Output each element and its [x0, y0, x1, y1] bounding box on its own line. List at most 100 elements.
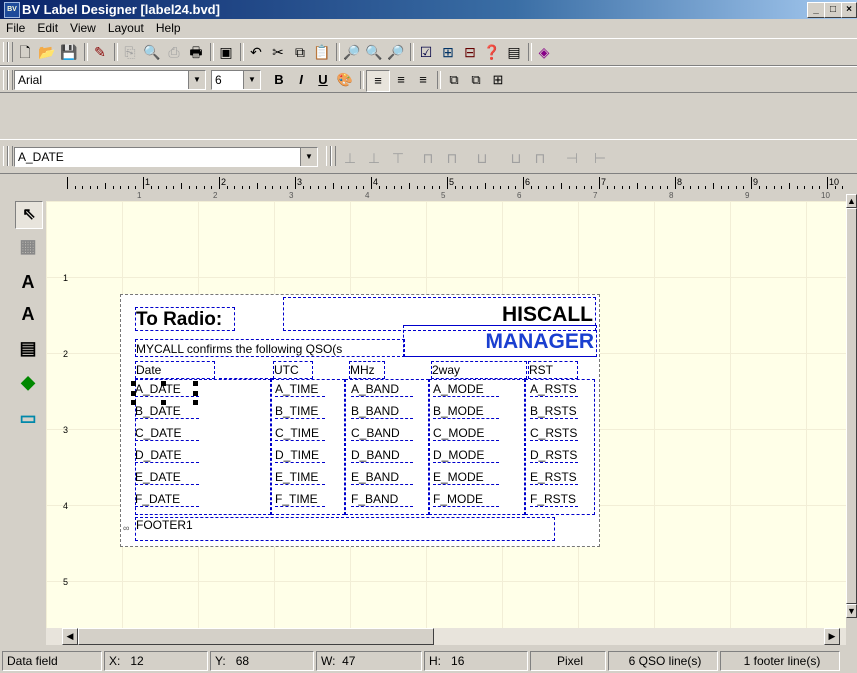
qso-cell[interactable]: D_DATE — [135, 448, 199, 463]
italic-button[interactable]: I — [290, 70, 312, 90]
selection-handle[interactable] — [131, 400, 136, 405]
qso-cell[interactable]: A_BAND — [351, 382, 413, 397]
wizard-icon[interactable]: ✎ — [90, 42, 110, 62]
qso-cell[interactable]: D_RSTS — [530, 448, 578, 463]
window-icon[interactable]: ▣ — [216, 42, 236, 62]
horizontal-scrollbar[interactable]: ◀ ▶ — [46, 628, 846, 645]
image-icon[interactable]: ▭ — [15, 405, 41, 431]
chevron-down-icon[interactable]: ▼ — [188, 71, 205, 89]
zoom-out-icon[interactable]: 🔎 — [342, 42, 362, 62]
toolbar-grip[interactable] — [8, 70, 13, 90]
space-h-icon[interactable]: ⊓ — [418, 148, 438, 168]
scroll-thumb[interactable] — [846, 208, 857, 604]
header-date[interactable]: Date — [135, 361, 215, 379]
qso-cell[interactable]: A_DATE — [135, 382, 199, 397]
qso-cell[interactable]: A_TIME — [275, 382, 325, 397]
align-top-icon[interactable]: ⊤ — [388, 148, 408, 168]
qso-cell[interactable]: C_DATE — [135, 426, 199, 441]
new-icon[interactable]: 🗋 — [15, 42, 35, 62]
font-select[interactable]: Arial ▼ — [14, 70, 206, 90]
undo-icon[interactable]: ↶ — [246, 42, 266, 62]
header-rst[interactable]: RST — [528, 361, 578, 379]
qso-cell[interactable]: E_BAND — [351, 470, 413, 485]
selection-handle[interactable] — [131, 381, 136, 386]
print-preview-icon[interactable]: 🔍 — [142, 42, 162, 62]
zoom-fit-icon[interactable]: 🔎 — [386, 42, 406, 62]
center-v-icon[interactable]: ⊢ — [590, 148, 610, 168]
selection-handle[interactable] — [161, 381, 166, 386]
font-size-select[interactable]: 6 ▼ — [211, 70, 261, 90]
scroll-right-icon[interactable]: ▶ — [824, 628, 840, 645]
menu-view[interactable]: View — [64, 19, 102, 35]
qso-cell[interactable]: F_RSTS — [530, 492, 578, 507]
print-icon[interactable]: 🖶 — [186, 42, 206, 62]
cut-icon[interactable]: ✂ — [268, 42, 288, 62]
shape-icon[interactable]: ◆ — [15, 369, 41, 395]
align-right-icon[interactable]: ≡ — [412, 70, 434, 90]
minimize-button[interactable]: _ — [807, 2, 825, 18]
qso-cell[interactable]: C_MODE — [433, 426, 499, 441]
selection-handle[interactable] — [161, 400, 166, 405]
scroll-up-icon[interactable]: ▲ — [846, 194, 857, 208]
check-icon[interactable]: ☑ — [416, 42, 436, 62]
copy-page-icon[interactable]: ⎘ — [120, 42, 140, 62]
scroll-thumb[interactable] — [78, 628, 434, 645]
underline-button[interactable]: U — [312, 70, 334, 90]
qso-cell[interactable]: E_DATE — [135, 470, 199, 485]
pointer-icon[interactable]: ⇖ — [15, 201, 43, 229]
scroll-left-icon[interactable]: ◀ — [62, 628, 78, 645]
selection-handle[interactable] — [193, 400, 198, 405]
to-radio-text[interactable]: To Radio: — [135, 307, 235, 331]
menu-layout[interactable]: Layout — [102, 19, 150, 35]
selection-handle[interactable] — [193, 391, 198, 396]
print-setup-icon[interactable]: ⎙ — [164, 42, 184, 62]
grid-icon[interactable]: ⊞ — [487, 70, 509, 90]
menu-help[interactable]: Help — [150, 19, 187, 35]
copy-icon[interactable]: ⧉ — [290, 42, 310, 62]
toolbar-grip[interactable] — [331, 146, 336, 166]
qso-cell[interactable]: E_TIME — [275, 470, 325, 485]
bold-button[interactable]: B — [268, 70, 290, 90]
import-icon[interactable]: ⊞ — [438, 42, 458, 62]
color-icon[interactable]: 🎨 — [334, 70, 356, 90]
qso-cell[interactable]: C_TIME — [275, 426, 325, 441]
scroll-down-icon[interactable]: ▼ — [846, 604, 857, 618]
qso-cell[interactable]: B_TIME — [275, 404, 325, 419]
qso-cell[interactable]: B_DATE — [135, 404, 199, 419]
text-icon[interactable]: A — [15, 269, 41, 295]
same-height-icon[interactable]: ⊔ — [472, 148, 492, 168]
export-icon[interactable]: ⊟ — [460, 42, 480, 62]
save-icon[interactable]: 💾 — [59, 42, 79, 62]
align-vcenter-icon[interactable]: ⊥ — [364, 148, 384, 168]
field-select[interactable]: A_DATE ▼ — [14, 147, 318, 167]
header-2way[interactable]: 2way — [431, 361, 527, 379]
open-icon[interactable]: 📂 — [37, 42, 57, 62]
qso-cell[interactable]: B_MODE — [433, 404, 499, 419]
selection-handle[interactable] — [193, 381, 198, 386]
app-icon[interactable]: BV — [4, 2, 20, 18]
zoom-in-icon[interactable]: 🔍 — [364, 42, 384, 62]
space-v-icon[interactable]: ⊔ — [506, 148, 526, 168]
qso-cell[interactable]: A_MODE — [433, 382, 499, 397]
qso-cell[interactable]: A_RSTS — [530, 382, 578, 397]
align-left-icon[interactable]: ≡ — [366, 70, 390, 92]
qso-cell[interactable]: E_RSTS — [530, 470, 578, 485]
memo-icon[interactable]: ▤ — [15, 335, 41, 361]
header-mhz[interactable]: MHz — [349, 361, 385, 379]
header-utc[interactable]: UTC — [273, 361, 313, 379]
chevron-down-icon[interactable]: ▼ — [300, 148, 317, 166]
toolbar-grip[interactable] — [8, 146, 13, 166]
same-width-icon[interactable]: ⊓ — [442, 148, 462, 168]
align-center-icon[interactable]: ≡ — [390, 70, 412, 90]
qso-cell[interactable]: F_BAND — [351, 492, 413, 507]
qso-cell[interactable]: C_BAND — [351, 426, 413, 441]
toolbar-grip[interactable] — [8, 42, 13, 62]
qso-cell[interactable]: F_DATE — [135, 492, 199, 507]
qso-cell[interactable]: D_BAND — [351, 448, 413, 463]
chevron-down-icon[interactable]: ▼ — [243, 71, 260, 89]
qso-cell[interactable]: D_MODE — [433, 448, 499, 463]
send-back-icon[interactable]: ⧉ — [465, 70, 487, 90]
same-size-icon[interactable]: ⊓ — [530, 148, 550, 168]
qso-cell[interactable]: D_TIME — [275, 448, 325, 463]
qso-cell[interactable]: B_BAND — [351, 404, 413, 419]
